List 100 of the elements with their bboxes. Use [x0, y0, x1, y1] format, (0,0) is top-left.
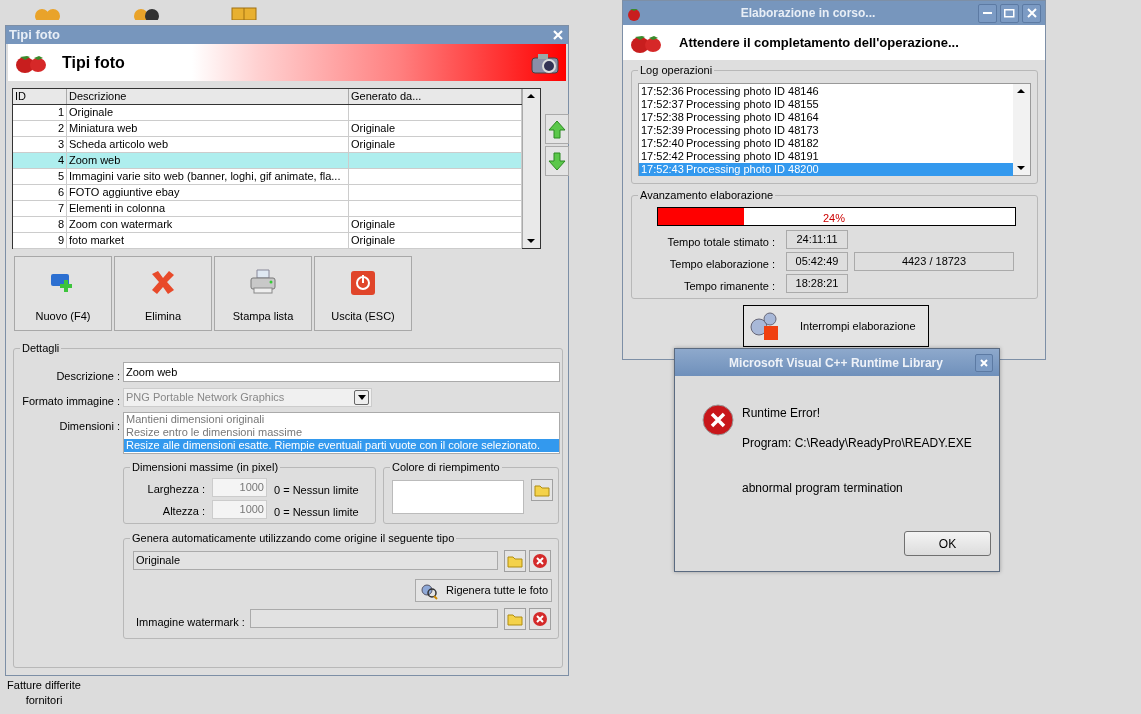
hint-text: 0 = Nessun limite — [274, 505, 359, 520]
table-row[interactable]: 7 Elementi in colonna — [13, 201, 522, 217]
log-entry[interactable]: 17:52:39 Processing photo ID 48173 — [639, 124, 1013, 137]
table-cell: 4 — [57, 154, 64, 166]
table-row[interactable]: 8 Zoom con watermark Originale — [13, 217, 522, 233]
readonly-field[interactable] — [250, 609, 498, 628]
time-value: 05:42:49 — [786, 252, 848, 271]
minimize-button[interactable] — [978, 3, 997, 23]
move-down-button[interactable] — [545, 146, 569, 176]
field-label: Tempo rimanente : — [682, 279, 775, 294]
dropdown-button[interactable] — [354, 390, 369, 405]
table-cell: Originale — [351, 234, 396, 246]
toolbar-button[interactable]: Stampa lista — [214, 256, 312, 331]
field-label: Altezza : — [161, 504, 205, 519]
table-row[interactable]: 5 Immagini varie sito web (banner, loghi, gif animate, fla... — [13, 169, 522, 185]
table-row[interactable]: 2 Miniatura web Originale — [13, 121, 522, 137]
time-value: 18:28:21 — [786, 274, 848, 293]
header-title: Attendere il completamento dell'operazione... — [679, 33, 959, 52]
error-message: abnormal program termination — [742, 480, 903, 497]
log-entry[interactable]: 17:52:42 Processing photo ID 48191 — [639, 150, 1013, 163]
minimize-icon — [983, 12, 992, 14]
table-cell: Originale — [69, 106, 114, 118]
header-title: Tipi foto — [62, 52, 126, 73]
number-field[interactable]: 1000 — [212, 478, 267, 497]
log-time: 17:52:43 — [641, 163, 685, 176]
table-cell: Originale — [351, 218, 396, 230]
field-label: Descrizione : — [55, 369, 120, 384]
list-item[interactable]: Mantieni dimensioni originali — [124, 413, 559, 426]
ok-button[interactable]: OK — [904, 531, 991, 556]
log-text: Processing photo ID 48200 — [686, 163, 819, 176]
clear-button[interactable] — [529, 608, 551, 630]
table-cell: Immagini varie sito web (banner, loghi, gif animate, fla... — [69, 170, 341, 182]
toolbar-button[interactable]: Nuovo (F4) — [14, 256, 112, 331]
log-text: Processing photo ID 48164 — [686, 111, 819, 124]
table-cell: 6 — [57, 186, 64, 198]
folder-button[interactable] — [504, 608, 526, 630]
move-up-button[interactable] — [545, 114, 569, 144]
table-cell: 2 — [57, 122, 64, 134]
camera-icon — [530, 51, 560, 74]
clear-button[interactable] — [529, 550, 551, 572]
desktop-icon-label[interactable]: Fatture differite fornitori — [0, 678, 88, 708]
column-header[interactable]: Descrizione — [67, 89, 349, 104]
box-icon — [230, 6, 258, 20]
arrow-down-icon — [547, 150, 567, 172]
color-swatch[interactable] — [392, 480, 524, 514]
folder-button[interactable] — [531, 479, 553, 501]
group-legend: Colore di riempimento — [390, 460, 502, 474]
arrow-up-icon — [547, 118, 567, 140]
toolbar-button[interactable]: Uscita (ESC) — [314, 256, 412, 331]
column-header[interactable]: ID — [13, 89, 67, 104]
group-legend: Log operazioni — [638, 63, 715, 77]
error-program: Program: C:\Ready\ReadyPro\READY.EXE — [742, 435, 972, 452]
log-text: Processing photo ID 48182 — [686, 137, 819, 150]
stop-button[interactable]: Interrompi elaborazione — [743, 305, 929, 347]
table-cell: Originale — [351, 138, 396, 150]
maximize-icon — [1004, 8, 1015, 18]
field-label: Tempo totale stimato : — [666, 235, 775, 250]
close-button[interactable] — [1022, 3, 1041, 23]
maximize-button[interactable] — [1000, 3, 1019, 23]
caret-icon — [357, 395, 366, 400]
list-item[interactable]: Resize entro le dimensioni massime — [124, 426, 559, 439]
log-text: Processing photo ID 48146 — [686, 85, 819, 98]
table-cell: FOTO aggiuntive ebay — [69, 186, 180, 198]
log-entry[interactable]: 17:52:38 Processing photo ID 48164 — [639, 111, 1013, 124]
table-row[interactable]: 1 Originale — [13, 105, 522, 121]
field-label: Dimensioni : — [58, 419, 120, 434]
group-legend: Genera automaticamente utilizzando come origine il seguente tipo — [130, 531, 457, 545]
readonly-field[interactable]: Originale — [133, 551, 498, 570]
log-entry[interactable]: 17:52:36 Processing photo ID 48146 — [639, 85, 1013, 98]
table-row[interactable]: 9 foto market Originale — [13, 233, 522, 249]
table-cell: 1 — [57, 106, 64, 118]
table-row[interactable]: 3 Scheda articolo web Originale — [13, 137, 522, 153]
window-title: Elaborazione in corso... — [739, 5, 877, 22]
number-field[interactable]: 1000 — [212, 500, 267, 519]
scrollbar[interactable] — [1013, 84, 1030, 175]
table-row[interactable]: 4 Zoom web — [13, 153, 522, 169]
close-button[interactable] — [975, 353, 993, 372]
table-cell: Elementi in colonna — [69, 202, 165, 214]
table-cell: 3 — [57, 138, 64, 150]
log-entry[interactable]: 17:52:40 Processing photo ID 48182 — [639, 137, 1013, 150]
table-cell: Zoom con watermark — [69, 218, 173, 230]
log-time: 17:52:39 — [641, 124, 685, 137]
field-label: Formato immagine : — [21, 394, 120, 409]
log-entry[interactable]: 17:52:37 Processing photo ID 48155 — [639, 98, 1013, 111]
group-legend: Dimensioni massime (in pixel) — [130, 460, 281, 474]
window-title: Tipi foto — [9, 26, 61, 45]
dialog-title: Microsoft Visual C++ Runtime Library — [728, 354, 944, 372]
table-cell: Originale — [351, 122, 396, 134]
scrollbar[interactable] — [522, 89, 540, 248]
log-time: 17:52:42 — [641, 150, 685, 163]
toolbar-button[interactable]: Elimina — [114, 256, 212, 331]
close-icon — [553, 30, 563, 40]
close-button[interactable] — [551, 28, 565, 42]
folder-button[interactable] — [504, 550, 526, 572]
hint-text: 0 = Nessun limite — [274, 483, 359, 498]
regenerate-button[interactable]: Rigenera tutte le foto — [415, 579, 552, 602]
table-cell: Zoom web — [69, 154, 121, 166]
close-icon — [979, 357, 989, 368]
table-row[interactable]: 6 FOTO aggiuntive ebay — [13, 185, 522, 201]
text-field[interactable]: Zoom web — [123, 362, 560, 382]
